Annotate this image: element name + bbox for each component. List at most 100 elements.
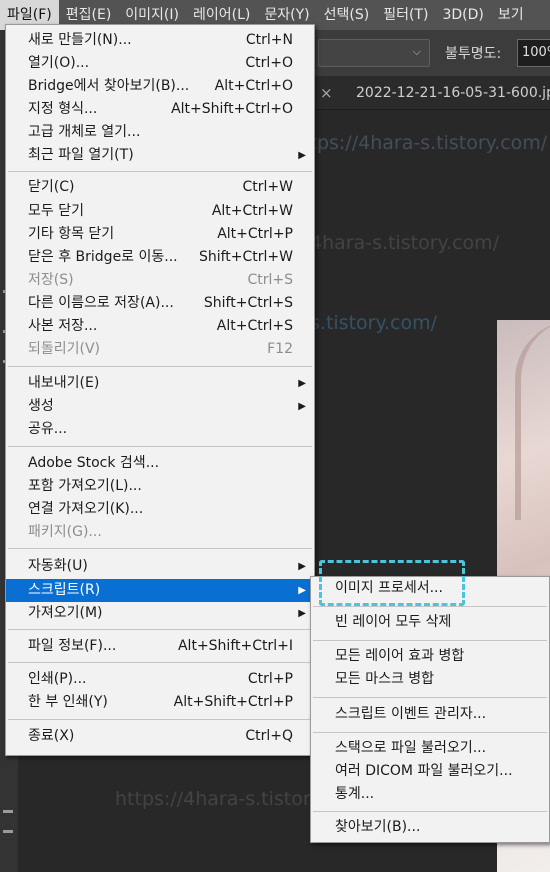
menu-item-save-copy[interactable]: 사본 저장... Alt+Ctrl+S — [6, 315, 314, 338]
menu-item-close-others[interactable]: 기타 항목 닫기 Alt+Ctrl+P — [6, 223, 314, 246]
menu-item-label: 빈 레이어 모두 삭제 — [335, 614, 452, 630]
menu-divider — [8, 629, 312, 630]
menu-3d[interactable]: 3D(D) — [435, 0, 490, 30]
menu-item-shortcut: Alt+Ctrl+S — [216, 318, 293, 334]
menu-item-label: 한 부 인쇄(Y) — [28, 694, 108, 710]
opacity-label: 불투명도: — [445, 46, 502, 62]
menu-item-label: 파일 정보(F)... — [28, 638, 117, 654]
menu-item-label: 패키지(G)... — [28, 524, 102, 540]
submenu-arrow-icon: ▶ — [298, 401, 306, 412]
submenu-item-statistics[interactable]: 통계... — [311, 783, 549, 806]
menu-divider — [8, 446, 312, 447]
menu-item-shortcut: Shift+Ctrl+S — [203, 295, 293, 311]
menu-item-import[interactable]: 가져오기(M) ▶ — [6, 602, 314, 625]
menu-item-label: 스크립트(R) — [28, 582, 101, 598]
menu-item-label: 여러 DICOM 파일 불러오기... — [335, 763, 513, 779]
menu-item-label: 다른 이름으로 저장(A)... — [28, 295, 174, 311]
menu-divider — [313, 640, 547, 641]
submenu-item-script-events-manager[interactable]: 스크립트 이벤트 관리자... — [311, 703, 549, 726]
menu-item-label: 최근 파일 열기(T) — [28, 147, 134, 163]
opacity-input[interactable]: 100% — [517, 39, 550, 67]
menu-item-label: 인쇄(P)... — [28, 671, 87, 687]
menu-item-scripts[interactable]: 스크립트(R) ▶ — [6, 579, 314, 602]
menu-item-export[interactable]: 내보내기(E) ▶ — [6, 372, 314, 395]
menu-divider — [313, 732, 547, 733]
menu-item-label: 지정 형식... — [28, 101, 98, 117]
menu-item-shortcut: Alt+Ctrl+P — [217, 226, 293, 242]
menu-item-shortcut: Alt+Ctrl+W — [211, 203, 293, 219]
menu-item-revert: 되돌리기(V) F12 — [6, 338, 314, 361]
file-menu: 새로 만들기(N)... Ctrl+N 열기(O)... Ctrl+O Bridge… — [5, 24, 315, 756]
menu-item-save: 저장(S) Ctrl+S — [6, 269, 314, 292]
submenu-arrow-icon: ▶ — [298, 561, 306, 572]
menu-item-print-one-copy[interactable]: 한 부 인쇄(Y) Alt+Shift+Ctrl+P — [6, 691, 314, 714]
menu-item-generate[interactable]: 생성 ▶ — [6, 395, 314, 418]
submenu-item-load-files-stack[interactable]: 스택으로 파일 불러오기... — [311, 737, 549, 760]
menu-divider — [313, 697, 547, 698]
chevron-down-icon: ⌵ — [412, 45, 421, 58]
menu-divider — [8, 548, 312, 549]
menu-filter[interactable]: 필터(T) — [376, 0, 435, 30]
menu-item-new[interactable]: 새로 만들기(N)... Ctrl+N — [6, 29, 314, 52]
menu-item-shortcut: F12 — [267, 341, 293, 357]
menu-item-label: 가져오기(M) — [28, 605, 103, 621]
menu-item-close-all[interactable]: 모두 닫기 Alt+Ctrl+W — [6, 200, 314, 223]
menu-item-share[interactable]: 공유... — [6, 418, 314, 441]
menu-item-label: 고급 개체로 열기... — [28, 124, 141, 140]
submenu-item-delete-empty-layers[interactable]: 빈 레이어 모두 삭제 — [311, 611, 549, 634]
submenu-item-flatten-layer-effects[interactable]: 모든 레이어 효과 병합 — [311, 645, 549, 668]
menu-item-shortcut: Alt+Ctrl+O — [214, 78, 293, 94]
menu-divider — [8, 719, 312, 720]
menu-divider — [8, 366, 312, 367]
menu-item-browse-bridge[interactable]: Bridge에서 찾아보기(B)... Alt+Ctrl+O — [6, 75, 314, 98]
menu-select[interactable]: 선택(S) — [317, 0, 377, 30]
menu-item-place-linked[interactable]: 연결 가져오기(K)... — [6, 498, 314, 521]
menu-view[interactable]: 보기 — [491, 0, 531, 30]
submenu-arrow-icon: ▶ — [298, 378, 306, 389]
menu-item-file-info[interactable]: 파일 정보(F)... Alt+Shift+Ctrl+I — [6, 635, 314, 658]
menu-item-label: 자동화(U) — [28, 558, 88, 574]
menu-item-place-embedded[interactable]: 포함 가져오기(L)... — [6, 475, 314, 498]
menu-item-label: 모두 닫기 — [28, 203, 84, 219]
menu-item-print[interactable]: 인쇄(P)... Ctrl+P — [6, 668, 314, 691]
menu-item-automate[interactable]: 자동화(U) ▶ — [6, 555, 314, 578]
menu-item-exit[interactable]: 종료(X) Ctrl+Q — [6, 725, 314, 748]
menu-item-close-go-bridge[interactable]: 닫은 후 Bridge로 이동... Shift+Ctrl+W — [6, 246, 314, 269]
menu-item-label: 열기(O)... — [28, 55, 90, 71]
menu-item-label: 닫은 후 Bridge로 이동... — [28, 249, 178, 265]
menu-item-label: 공유... — [28, 421, 68, 437]
tab-document[interactable]: 2022-12-21-16-05-31-600.jpg — [356, 85, 550, 101]
close-icon[interactable]: × — [320, 84, 333, 102]
menu-item-shortcut: Ctrl+S — [247, 272, 293, 288]
menu-item-open-recent[interactable]: 최근 파일 열기(T) ▶ — [6, 144, 314, 167]
menu-item-shortcut: Alt+Shift+Ctrl+I — [177, 638, 293, 654]
menu-item-label: 포함 가져오기(L)... — [28, 478, 142, 494]
menu-item-shortcut: Alt+Shift+Ctrl+P — [173, 694, 293, 710]
menu-item-label: 새로 만들기(N)... — [28, 32, 132, 48]
menu-item-label: 저장(S) — [28, 272, 74, 288]
menu-item-open[interactable]: 열기(O)... Ctrl+O — [6, 52, 314, 75]
submenu-item-flatten-masks[interactable]: 모든 마스크 병합 — [311, 668, 549, 691]
scripts-submenu: 이미지 프로세서... 빈 레이어 모두 삭제 모든 레이어 효과 병합 모든 … — [310, 576, 550, 843]
tool-icon[interactable] — [3, 830, 13, 833]
menu-item-save-as[interactable]: 다른 이름으로 저장(A)... Shift+Ctrl+S — [6, 292, 314, 315]
menu-divider — [313, 606, 547, 607]
menu-item-open-smart-object[interactable]: 고급 개체로 열기... — [6, 121, 314, 144]
tool-icon[interactable] — [3, 810, 13, 813]
menu-item-label: 찾아보기(B)... — [335, 819, 421, 835]
submenu-arrow-icon: ▶ — [298, 608, 306, 619]
menu-item-label: 생성 — [28, 398, 54, 414]
menu-item-label: Adobe Stock 검색... — [28, 455, 160, 471]
menu-item-label: 되돌리기(V) — [28, 341, 101, 357]
menu-item-open-as[interactable]: 지정 형식... Alt+Shift+Ctrl+O — [6, 98, 314, 121]
menu-item-shortcut: Shift+Ctrl+W — [198, 249, 293, 265]
menu-item-shortcut: Ctrl+P — [247, 671, 293, 687]
menu-item-close[interactable]: 닫기(C) Ctrl+W — [6, 176, 314, 199]
submenu-item-load-dicom[interactable]: 여러 DICOM 파일 불러오기... — [311, 760, 549, 783]
menu-item-label: 연결 가져오기(K)... — [28, 501, 144, 517]
menu-item-label: 스택으로 파일 불러오기... — [335, 740, 487, 756]
menu-item-adobe-stock[interactable]: Adobe Stock 검색... — [6, 452, 314, 475]
mode-select[interactable]: ⌵ — [318, 39, 430, 67]
submenu-item-browse[interactable]: 찾아보기(B)... — [311, 816, 549, 839]
menu-item-shortcut: Ctrl+N — [245, 32, 293, 48]
